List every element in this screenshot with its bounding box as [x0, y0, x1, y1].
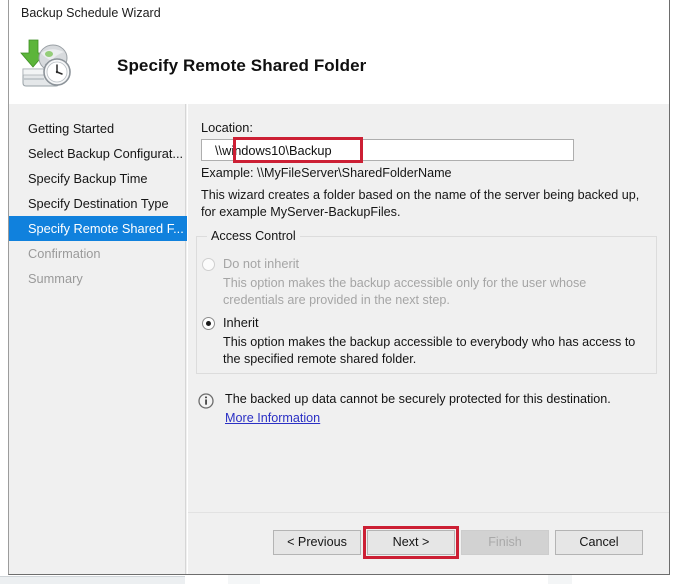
wizard-header: Specify Remote Shared Folder	[9, 28, 669, 104]
sidebar-item-summary: Summary	[9, 266, 185, 291]
taskbar-segment-left	[0, 576, 185, 584]
sidebar-item-specify-backup-time[interactable]: Specify Backup Time	[9, 166, 185, 191]
wizard-content: Location: Example: \\MyFileServer\Shared…	[187, 104, 669, 574]
wizard-body: Getting Started Select Backup Configurat…	[9, 104, 669, 574]
sidebar-item-label: Getting Started	[28, 121, 115, 136]
sidebar-item-label: Confirmation	[28, 246, 101, 261]
taskbar-segment-mid	[228, 575, 260, 584]
window-title: Backup Schedule Wizard	[21, 6, 161, 20]
taskbar-sliver	[0, 575, 675, 584]
backup-schedule-icon	[15, 34, 79, 92]
sidebar-item-label: Specify Remote Shared F...	[28, 221, 184, 236]
sidebar-item-label: Specify Destination Type	[28, 196, 169, 211]
next-button[interactable]: Next >	[367, 530, 455, 555]
sidebar-item-getting-started[interactable]: Getting Started	[9, 116, 185, 141]
wizard-step-nav: Getting Started Select Backup Configurat…	[9, 104, 194, 574]
sidebar-item-specify-remote-shared-folder[interactable]: Specify Remote Shared F...	[9, 216, 194, 241]
access-control-legend: Access Control	[207, 229, 300, 243]
sidebar-item-confirmation: Confirmation	[9, 241, 185, 266]
access-control-group: Access Control Do not inherit This optio…	[196, 229, 657, 374]
location-input[interactable]	[201, 139, 574, 161]
more-information-link[interactable]: More Information	[225, 411, 320, 425]
finish-button: Finish	[461, 530, 549, 555]
radio-description-inherit: This option makes the backup accessible …	[223, 335, 636, 366]
location-input-wrap	[201, 139, 574, 161]
sidebar-item-specify-destination-type[interactable]: Specify Destination Type	[9, 191, 185, 216]
radio-label-inherit: Inherit	[223, 315, 259, 330]
nav-list: Getting Started Select Backup Configurat…	[9, 116, 194, 291]
radio-description-do-not-inherit: This option makes the backup accessible …	[223, 276, 587, 307]
sidebar-item-label: Specify Backup Time	[28, 171, 148, 186]
taskbar-segment-right	[548, 575, 572, 584]
radio-label-do-not-inherit: Do not inherit	[223, 256, 300, 271]
page-title: Specify Remote Shared Folder	[117, 56, 367, 75]
security-notice-text: The backed up data cannot be securely pr…	[225, 392, 611, 406]
information-icon	[198, 393, 214, 409]
sidebar-item-select-backup-configuration[interactable]: Select Backup Configurat...	[9, 141, 185, 166]
sidebar-item-label: Select Backup Configurat...	[28, 146, 184, 161]
cancel-button[interactable]: Cancel	[555, 530, 643, 555]
screenshot-root: Backup Schedule Wizard Specify Remote Sh…	[0, 0, 675, 584]
location-label: Location:	[201, 120, 253, 135]
wizard-description-text: This wizard creates a folder based on th…	[201, 188, 640, 219]
radio-inherit[interactable]	[202, 317, 215, 330]
sidebar-item-label: Summary	[28, 271, 83, 286]
previous-button[interactable]: < Previous	[273, 530, 361, 555]
wizard-window: Backup Schedule Wizard Specify Remote Sh…	[8, 0, 670, 575]
radio-do-not-inherit	[202, 258, 215, 271]
window-titlebar: Backup Schedule Wizard	[9, 0, 669, 28]
wizard-footer: < Previous Next > Finish Cancel	[188, 512, 669, 574]
location-example-text: Example: \\MyFileServer\SharedFolderName	[201, 166, 452, 180]
content-inner: Location: Example: \\MyFileServer\Shared…	[188, 104, 669, 512]
